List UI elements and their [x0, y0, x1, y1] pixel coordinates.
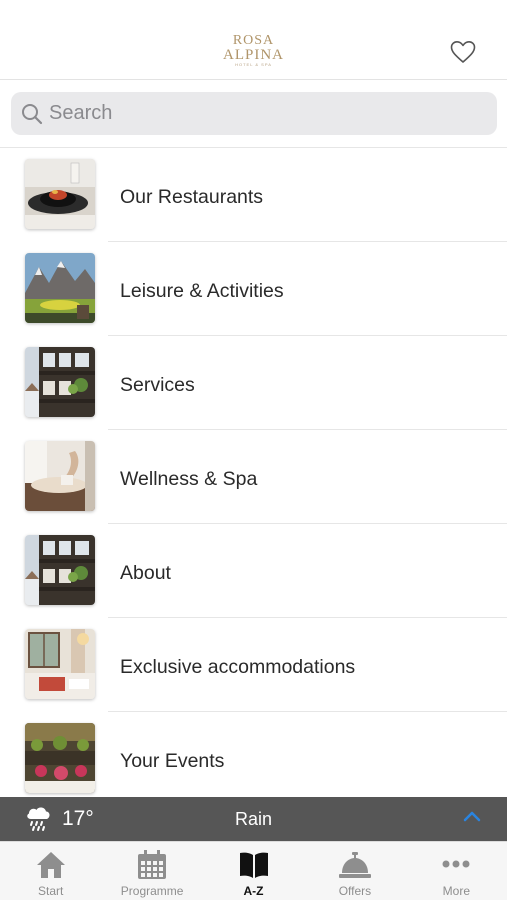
tab-programme[interactable]: Programme: [101, 842, 202, 900]
weather-bar[interactable]: 17° Rain: [0, 797, 507, 841]
logo-text-line2: ALPINA: [223, 47, 284, 63]
tab-offers[interactable]: Offers: [304, 842, 405, 900]
tab-label: Offers: [338, 884, 372, 898]
tab-label: Programme: [120, 884, 184, 898]
heart-icon: [450, 41, 476, 63]
tab-label: Start: [38, 884, 64, 898]
hotel-facade-photo-icon: [25, 535, 95, 605]
home-icon: [36, 852, 65, 878]
book-icon: [239, 852, 268, 878]
bottom-tab-bar: Start Programme A-Z Offers More: [0, 841, 507, 900]
search-field[interactable]: [11, 92, 497, 135]
list-item-label: Leisure & Activities: [120, 280, 284, 302]
tab-start[interactable]: Start: [0, 842, 101, 900]
mountain-photo-icon: [25, 253, 95, 323]
az-category-list: Our Restaurants Leisure & Activities Ser…: [0, 148, 507, 806]
list-item-label: Services: [120, 374, 195, 396]
room-photo-icon: [25, 629, 95, 699]
calendar-icon: [138, 850, 167, 879]
event-photo-icon: [25, 723, 95, 793]
list-item-wellness-spa[interactable]: Wellness & Spa: [0, 430, 507, 524]
list-item-leisure-activities[interactable]: Leisure & Activities: [0, 242, 507, 336]
list-item-about[interactable]: About: [0, 524, 507, 618]
list-item-label: About: [120, 562, 171, 584]
chevron-up-icon[interactable]: [463, 809, 481, 823]
weather-condition: Rain: [234, 809, 273, 829]
more-dots-icon: [442, 860, 470, 868]
hotel-facade-photo-icon: [25, 347, 95, 417]
list-item-services[interactable]: Services: [0, 336, 507, 430]
tab-label: More: [442, 884, 470, 898]
list-item-our-restaurants[interactable]: Our Restaurants: [0, 148, 507, 242]
service-bell-icon: [338, 852, 371, 878]
search-input[interactable]: [49, 102, 469, 125]
list-item-label: Wellness & Spa: [120, 468, 258, 490]
search-bar-area: [0, 80, 507, 148]
logo-text-line3: HOTEL & SPA: [235, 62, 272, 67]
list-item-label: Our Restaurants: [120, 186, 264, 208]
favorites-button[interactable]: [447, 36, 479, 68]
list-item-label: Exclusive accommodations: [120, 656, 356, 678]
tab-a-z[interactable]: A-Z: [203, 842, 304, 900]
list-item-exclusive-accommodations[interactable]: Exclusive accommodations: [0, 618, 507, 712]
search-icon: [22, 103, 43, 124]
logo-text-line1: ROSA: [232, 33, 275, 48]
rosa-alpina-logo: ROSA ALPINA HOTEL & SPA: [0, 34, 507, 68]
tab-label: A-Z: [243, 884, 264, 898]
restaurant-photo-icon: [25, 159, 95, 229]
list-item-your-events[interactable]: Your Events: [0, 712, 507, 806]
list-item-label: Your Events: [120, 750, 225, 772]
tab-more[interactable]: More: [406, 842, 507, 900]
spa-photo-icon: [25, 441, 95, 511]
app-header: ROSA ALPINA HOTEL & SPA: [0, 0, 507, 80]
